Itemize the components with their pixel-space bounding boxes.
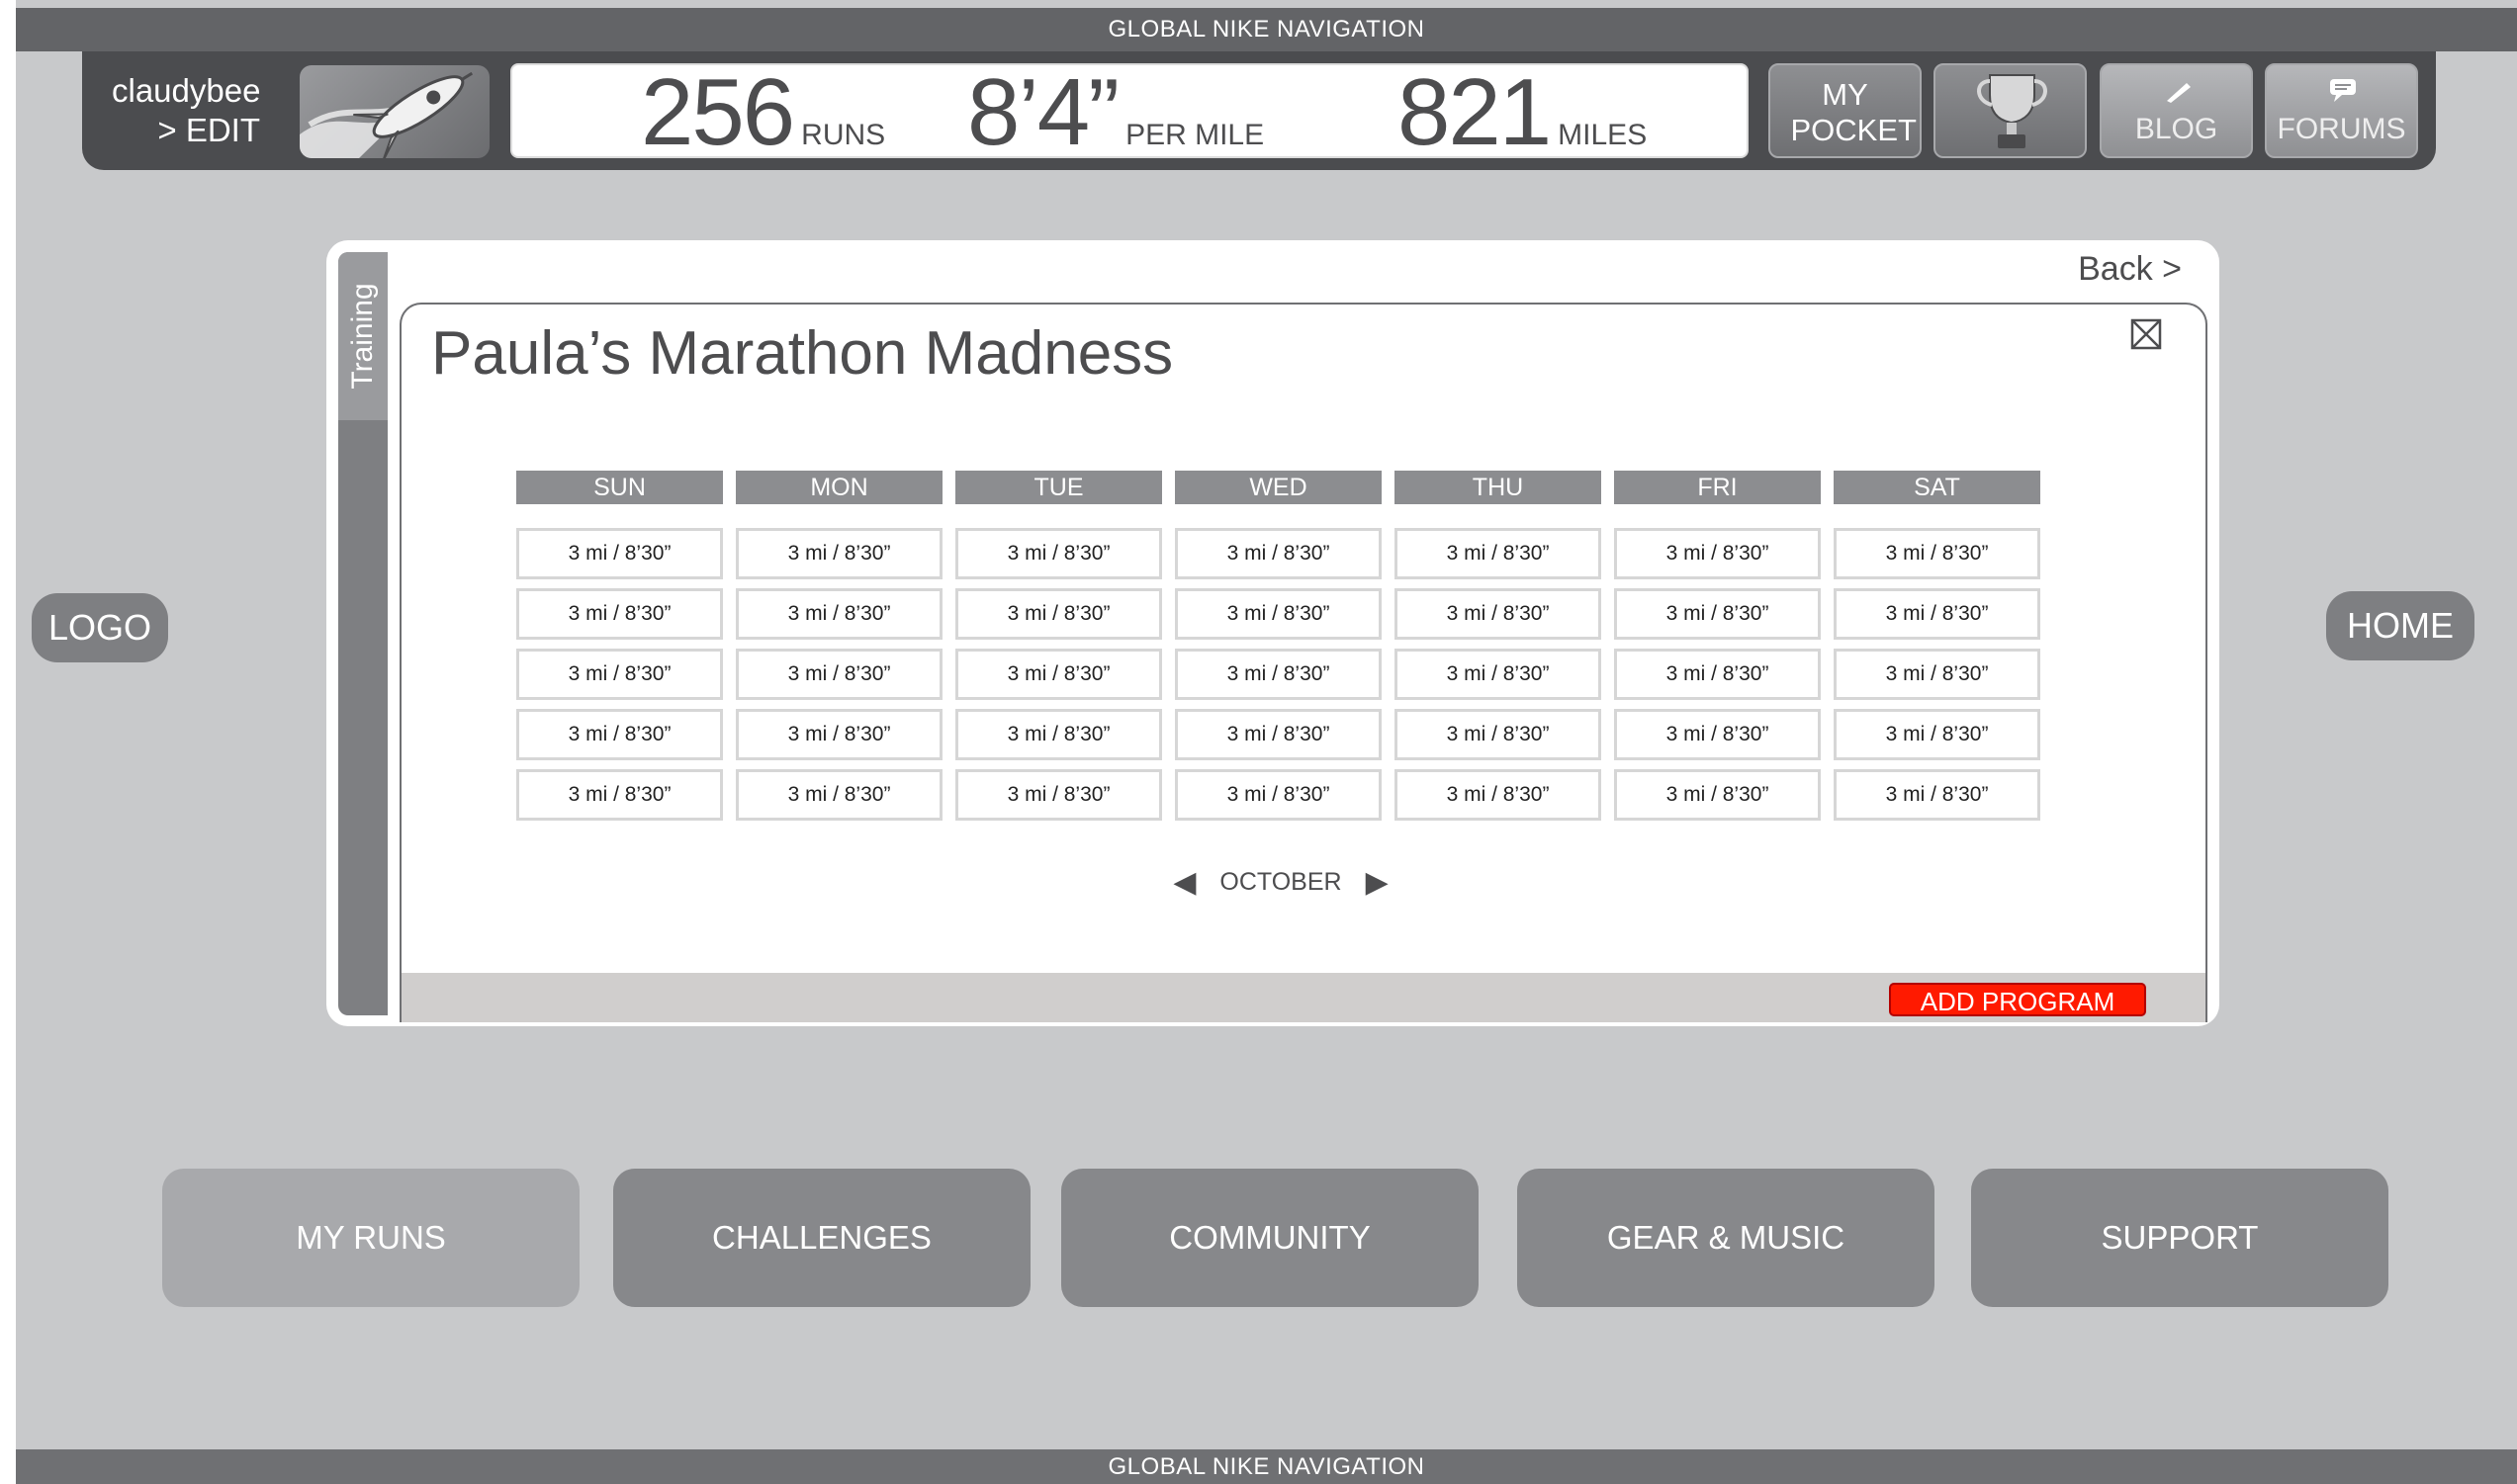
month-navigation: ◀ OCTOBER ▶ [1172, 862, 1390, 902]
calendar-cell[interactable]: 3 mi / 8’30” [736, 528, 943, 579]
username: claudybee [112, 72, 261, 109]
stat-miles: 821 MILES [1397, 65, 1647, 160]
calendar-cell[interactable]: 3 mi / 8’30” [955, 528, 1162, 579]
my-pocket-label: MY POCKET [1790, 77, 1917, 147]
prev-month-arrow-icon[interactable]: ◀ [1173, 865, 1196, 900]
day-header-thu: THU [1394, 471, 1601, 504]
calendar-cell[interactable]: 3 mi / 8’30” [516, 588, 723, 640]
edit-link[interactable]: > EDIT [112, 111, 260, 150]
nav-my-runs[interactable]: MY RUNS [162, 1169, 580, 1307]
training-tab-label-area: Training [338, 252, 388, 420]
calendar-cell[interactable]: 3 mi / 8’30” [955, 709, 1162, 760]
calendar-cell[interactable]: 3 mi / 8’30” [1614, 709, 1821, 760]
blog-label: BLOG [2134, 113, 2218, 145]
calendar-cell[interactable]: 3 mi / 8’30” [516, 709, 723, 760]
trophy-button[interactable] [1933, 63, 2087, 158]
calendar-cell[interactable]: 3 mi / 8’30” [1614, 588, 1821, 640]
add-program-button[interactable]: ADD PROGRAM [1889, 983, 2146, 1016]
calendar-cell[interactable]: 3 mi / 8’30” [1834, 588, 2040, 640]
logo-button[interactable]: LOGO [32, 593, 168, 662]
day-header-wed: WED [1175, 471, 1382, 504]
panel-footer: ADD PROGRAM [402, 973, 2205, 1022]
nav-community[interactable]: COMMUNITY [1061, 1169, 1479, 1307]
calendar-cell[interactable]: 3 mi / 8’30” [1394, 588, 1601, 640]
stat-runs-unit: RUNS [801, 119, 886, 151]
calendar-cell[interactable]: 3 mi / 8’30” [955, 649, 1162, 700]
stat-miles-unit: MILES [1558, 119, 1648, 151]
nav-support-label: SUPPORT [2101, 1219, 2259, 1256]
day-header-tue: TUE [955, 471, 1162, 504]
my-pocket-button[interactable]: MY POCKET [1768, 63, 1922, 158]
calendar-cell[interactable]: 3 mi / 8’30” [1614, 649, 1821, 700]
back-link[interactable]: Back > [2078, 250, 2182, 289]
nav-my-runs-label: MY RUNS [296, 1219, 446, 1256]
global-nav-top-label: GLOBAL NIKE NAVIGATION [1108, 16, 1425, 43]
rocket-icon [300, 71, 474, 158]
trophy-icon [1977, 74, 2047, 148]
next-month-arrow-icon[interactable]: ▶ [1366, 865, 1389, 900]
calendar-cell[interactable]: 3 mi / 8’30” [1175, 528, 1382, 579]
calendar-cell[interactable]: 3 mi / 8’30” [1175, 769, 1382, 821]
calendar-cell[interactable]: 3 mi / 8’30” [1834, 528, 2040, 579]
calendar-cell[interactable]: 3 mi / 8’30” [1175, 588, 1382, 640]
calendar-cell[interactable]: 3 mi / 8’30” [1394, 769, 1601, 821]
nav-community-label: COMMUNITY [1169, 1219, 1371, 1256]
calendar-cell[interactable]: 3 mi / 8’30” [736, 769, 943, 821]
calendar-cell[interactable]: 3 mi / 8’30” [736, 649, 943, 700]
logo-label: LOGO [47, 607, 152, 648]
stats-box: 256 RUNS 8’4” PER MILE 821 MILES [510, 63, 1749, 160]
calendar-cell[interactable]: 3 mi / 8’30” [516, 769, 723, 821]
calendar-cell[interactable]: 3 mi / 8’30” [1394, 649, 1601, 700]
program-title: Paula’s Marathon Madness [431, 319, 1174, 388]
calendar-cell[interactable]: 3 mi / 8’30” [1175, 709, 1382, 760]
day-header-sat: SAT [1834, 471, 2040, 504]
calendar-cell[interactable]: 3 mi / 8’30” [1614, 528, 1821, 579]
global-nav-bottom[interactable]: GLOBAL NIKE NAVIGATION [16, 1449, 2517, 1484]
nav-challenges-label: CHALLENGES [712, 1219, 932, 1256]
calendar-cell[interactable]: 3 mi / 8’30” [955, 588, 1162, 640]
calendar-cell[interactable]: 3 mi / 8’30” [1834, 709, 2040, 760]
calendar-cell[interactable]: 3 mi / 8’30” [955, 769, 1162, 821]
calendar-cell[interactable]: 3 mi / 8’30” [1394, 528, 1601, 579]
training-tab-label: Training [346, 283, 379, 390]
month-label: OCTOBER [1219, 867, 1342, 896]
day-header-sun: SUN [516, 471, 723, 504]
stat-pace-unit: PER MILE [1125, 119, 1265, 151]
global-nav-bottom-label: GLOBAL NIKE NAVIGATION [1108, 1452, 1425, 1480]
day-header-mon: MON [736, 471, 943, 504]
calendar-cell[interactable]: 3 mi / 8’30” [1614, 769, 1821, 821]
global-nav-top[interactable]: GLOBAL NIKE NAVIGATION [16, 8, 2517, 51]
user-info: claudybee > EDIT [112, 71, 260, 150]
calendar-cell[interactable]: 3 mi / 8’30” [1394, 709, 1601, 760]
nav-gear-music[interactable]: GEAR & MUSIC [1517, 1169, 1934, 1307]
home-button[interactable]: HOME [2326, 591, 2474, 660]
forums-label: FORUMS [2277, 113, 2406, 145]
avatar[interactable] [300, 65, 490, 158]
calendar-cell[interactable]: 3 mi / 8’30” [736, 588, 943, 640]
calendar-cell[interactable]: 3 mi / 8’30” [1175, 649, 1382, 700]
stat-runs-value: 256 [641, 59, 795, 165]
calendar-cell[interactable]: 3 mi / 8’30” [1834, 769, 2040, 821]
user-bar: claudybee > EDIT 256 RUNS 8’4” PER MILE … [82, 51, 2436, 170]
training-tab[interactable]: Training [338, 252, 388, 1015]
stat-pace: 8’4” PER MILE [967, 65, 1264, 160]
calendar-cell[interactable]: 3 mi / 8’30” [736, 709, 943, 760]
nav-gear-music-label: GEAR & MUSIC [1606, 1219, 1845, 1256]
blog-button[interactable]: BLOG [2100, 63, 2253, 158]
stat-runs: 256 RUNS [641, 65, 885, 160]
calendar-cell[interactable]: 3 mi / 8’30” [1834, 649, 2040, 700]
forums-button[interactable]: FORUMS [2265, 63, 2418, 158]
calendar-day-headers: SUN MON TUE WED THU FRI SAT [514, 471, 2042, 504]
nav-challenges[interactable]: CHALLENGES [613, 1169, 1031, 1307]
nav-support[interactable]: SUPPORT [1971, 1169, 2388, 1307]
stat-pace-value: 8’4” [967, 59, 1120, 165]
close-box-icon[interactable] [2130, 318, 2162, 350]
calendar-cell[interactable]: 3 mi / 8’30” [516, 649, 723, 700]
chat-bubble-icon [2330, 79, 2356, 102]
calendar-cell[interactable]: 3 mi / 8’30” [516, 528, 723, 579]
pencil-icon [2167, 83, 2191, 103]
day-header-fri: FRI [1614, 471, 1821, 504]
stat-miles-value: 821 [1397, 59, 1552, 165]
home-label: HOME [2347, 605, 2454, 646]
